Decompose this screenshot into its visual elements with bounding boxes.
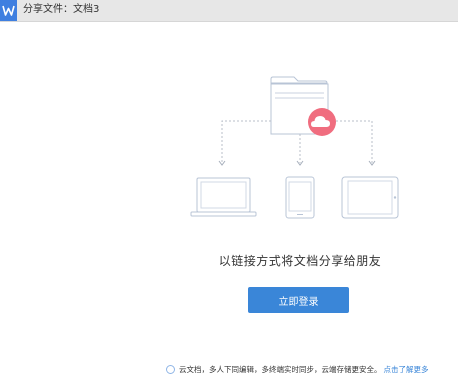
arrowheads (218, 160, 376, 166)
cloud-doc-icon (166, 364, 175, 374)
share-tagline: 以链接方式将文档分享给朋友 (218, 254, 382, 268)
login-button[interactable]: 立即登录 (248, 287, 349, 313)
cloud-badge-icon (308, 108, 336, 136)
laptop-icon (190, 177, 257, 217)
footer-text: 云文档，多人下同编辑，多终端实时同步，云端存储更安全。 (179, 364, 382, 374)
phone-icon (285, 176, 315, 219)
footer-info: 云文档，多人下同编辑，多终端实时同步，云端存储更安全。 点击了解更多 (166, 363, 429, 375)
tablet-icon (341, 176, 399, 219)
share-illustration (190, 76, 399, 219)
learn-more-link[interactable]: 点击了解更多 (384, 364, 429, 375)
